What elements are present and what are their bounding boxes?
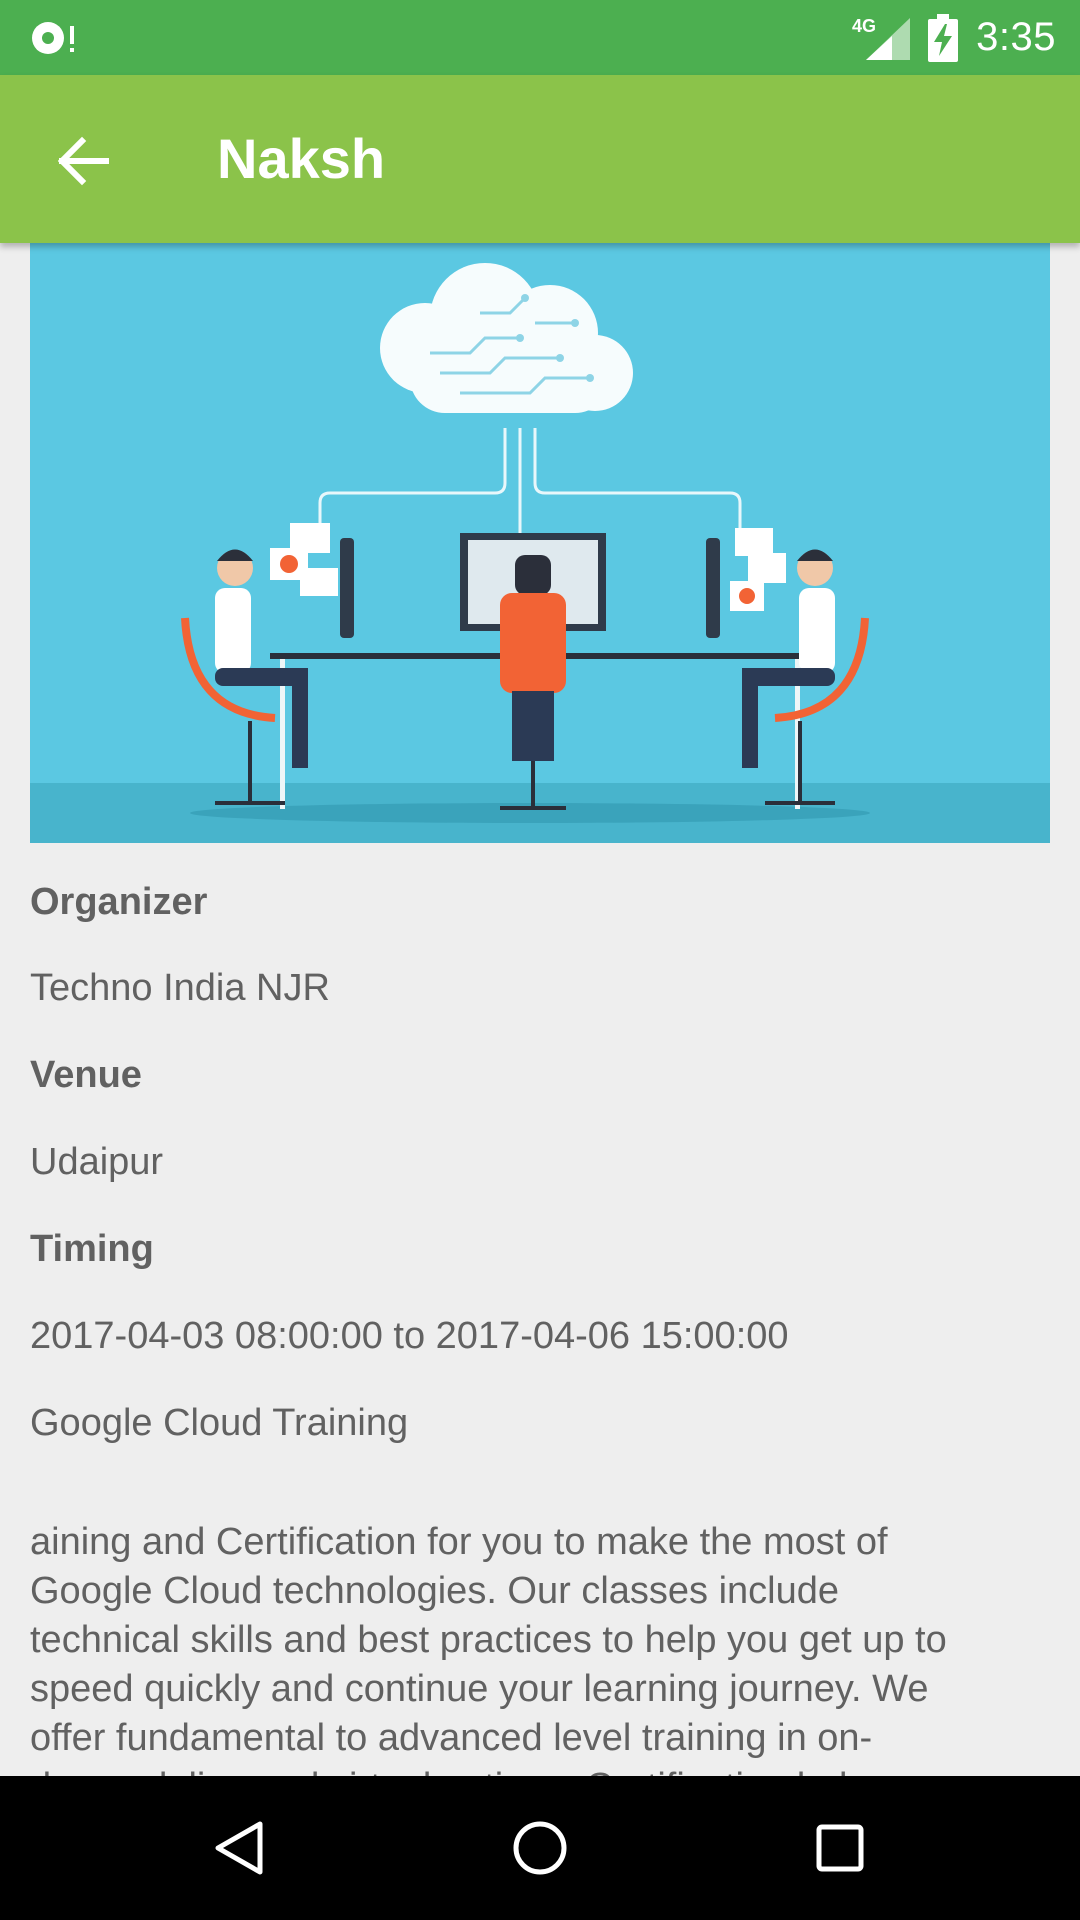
back-triangle-icon: [215, 1821, 263, 1875]
battery-charging-icon: [928, 13, 959, 62]
navigation-bar: [0, 1776, 1080, 1920]
notification-icon: [32, 22, 74, 54]
status-time: 3:35: [976, 15, 1056, 59]
timing-value: 2017-04-03 08:00:00 to 2017-04-06 15:00:…: [30, 1315, 789, 1357]
timing-label: Timing: [30, 1228, 154, 1270]
venue-label: Venue: [30, 1054, 142, 1096]
nav-back-button[interactable]: [204, 1812, 276, 1884]
cloud-computing-illustration: [30, 243, 1050, 843]
venue-value: Udaipur: [30, 1141, 164, 1183]
nav-recents-button[interactable]: [804, 1812, 876, 1884]
network-type-label: 4G: [852, 16, 876, 36]
home-circle-icon: [513, 1821, 567, 1875]
event-detail-content[interactable]: Organizer Techno India NJR Venue Udaipur…: [0, 243, 1080, 1776]
recents-square-icon: [816, 1824, 864, 1872]
arrow-back-icon: [58, 136, 109, 186]
event-name: Google Cloud Training: [30, 1402, 409, 1444]
organizer-label: Organizer: [30, 881, 208, 923]
event-banner-image: [30, 243, 1050, 843]
organizer-value: Techno India NJR: [30, 967, 330, 1009]
page-title: Naksh: [217, 127, 386, 190]
back-button[interactable]: [48, 125, 120, 197]
nav-home-button[interactable]: [504, 1812, 576, 1884]
signal-icon: 4G: [852, 16, 911, 60]
event-description: aining and Certification for you to make…: [30, 1521, 947, 1776]
status-bar: 4G 3:35: [0, 0, 1080, 75]
app-bar: Naksh: [0, 75, 1080, 243]
